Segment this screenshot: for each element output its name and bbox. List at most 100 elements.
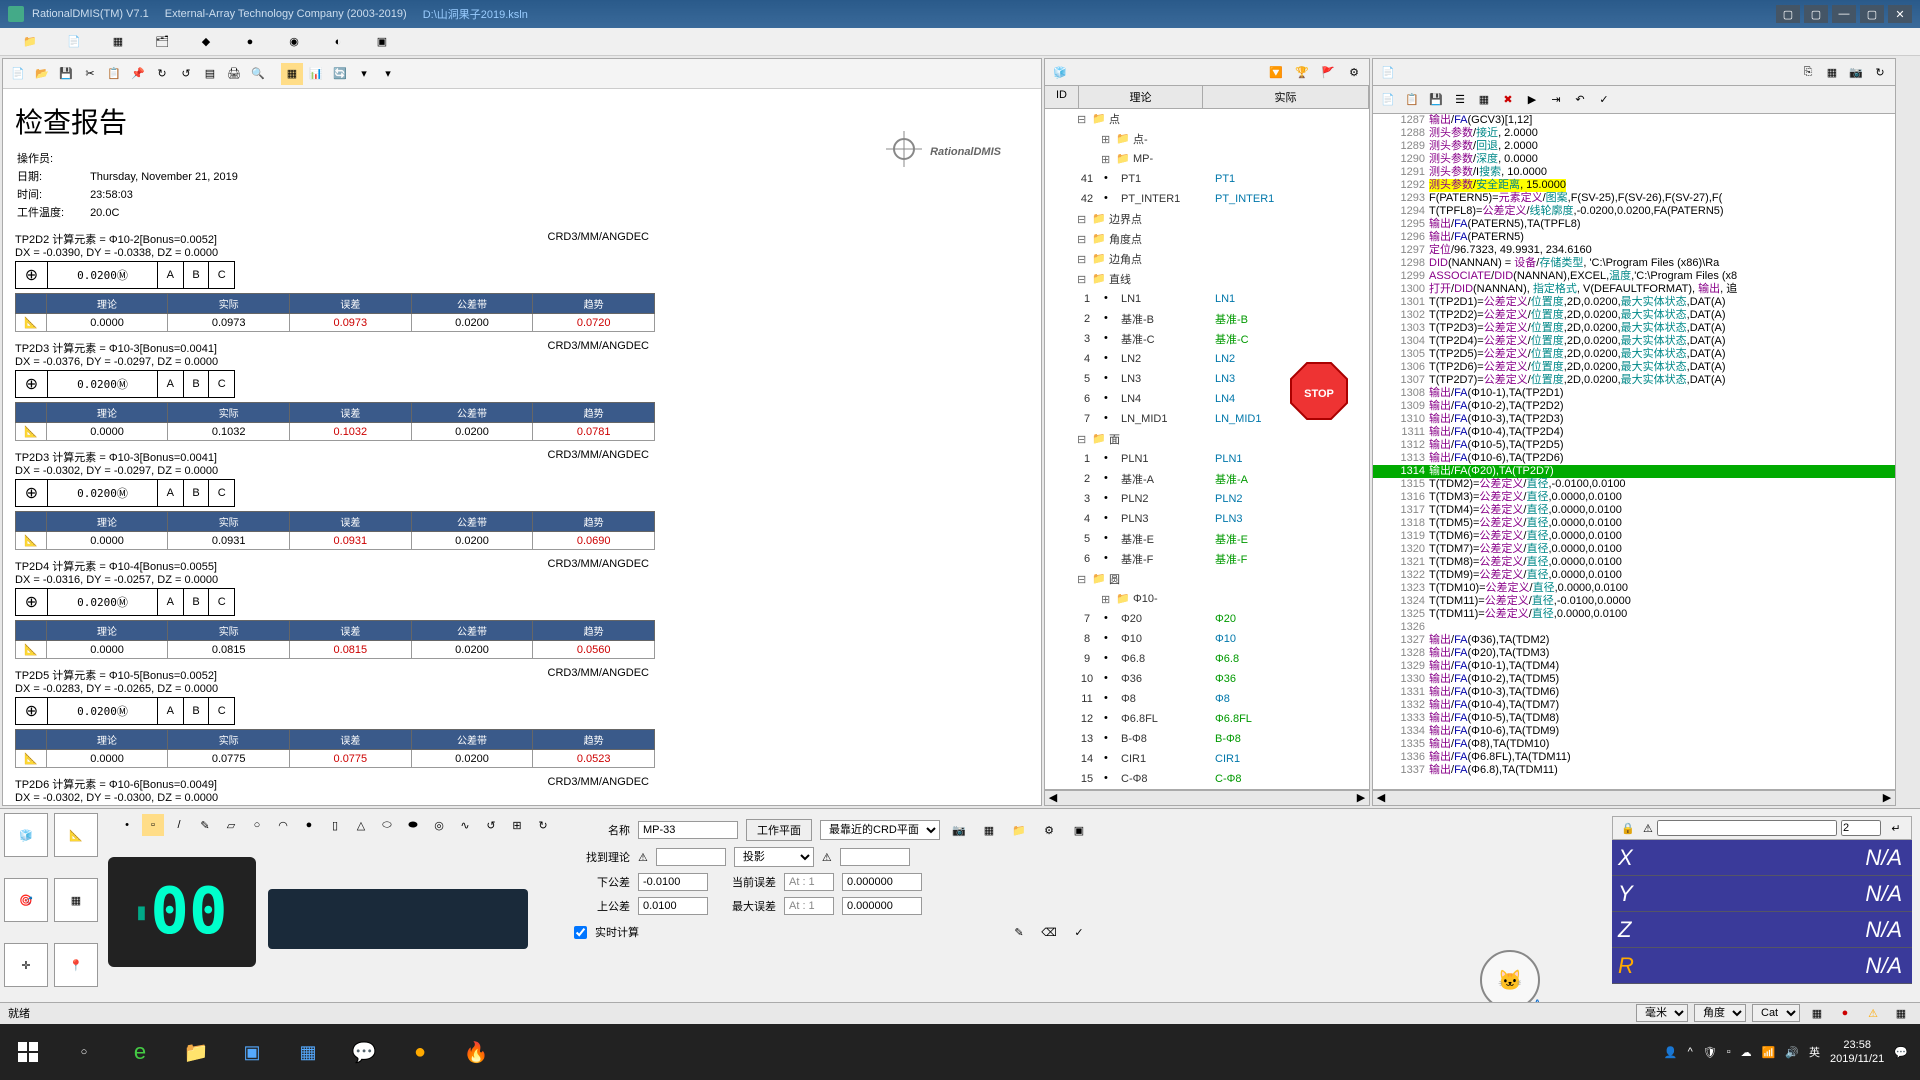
minimize-button[interactable]: — — [1832, 5, 1856, 23]
code-line[interactable]: 1287输出/FA(GCV3)[1,12] — [1373, 114, 1895, 127]
upper-tol-field[interactable] — [638, 897, 708, 915]
coord-apply-icon[interactable]: ↵ — [1885, 817, 1907, 839]
code-line[interactable]: 1315T(TDM2)=公差定义/直径,-0.0100,0.0100 — [1373, 478, 1895, 491]
code-line[interactable]: 1296输出/FA(PATERN5) — [1373, 231, 1895, 244]
code-copy-icon[interactable]: 📋 — [1401, 89, 1423, 111]
mt-torus-icon[interactable]: ◎ — [428, 814, 450, 836]
rpt-tool-9[interactable]: ▤ — [199, 63, 221, 85]
status-cat-select[interactable]: Cat — [1752, 1004, 1800, 1022]
taskbar-edge[interactable]: e — [112, 1024, 168, 1080]
code-tool-1[interactable]: ⎘ — [1797, 61, 1819, 83]
rpt-paste-icon[interactable]: 📌 — [127, 63, 149, 85]
window-tool-1[interactable]: ▢ — [1776, 5, 1800, 23]
col-id[interactable]: ID — [1045, 86, 1079, 108]
tray-app-icon[interactable]: ▫ — [1727, 1046, 1731, 1058]
tree-item[interactable]: 15•C-Φ8C-Φ8 — [1045, 769, 1369, 789]
maximize-button[interactable]: ▢ — [1860, 5, 1884, 23]
code-line[interactable]: 1327输出/FA(Φ36),TA(TDM2) — [1373, 634, 1895, 647]
feat-filter-icon[interactable]: 🔽 — [1265, 61, 1287, 83]
code-line[interactable]: 1323T(TDM10)=公差定义/直径,0.0000,0.0100 — [1373, 582, 1895, 595]
tree-subgroup[interactable]: ⊞📁MP- — [1045, 149, 1369, 169]
mt-edit-icon[interactable]: ✎ — [194, 814, 216, 836]
tree-item[interactable]: 3•基准-C基准-C — [1045, 329, 1369, 349]
tree-group[interactable]: ⊟📁面 — [1045, 429, 1369, 449]
taskbar-app-3[interactable]: ● — [392, 1024, 448, 1080]
form-tool-3[interactable]: 📁 — [1008, 819, 1030, 841]
coord-spin[interactable] — [1841, 820, 1881, 836]
rpt-zoom-icon[interactable]: 🔍 — [247, 63, 269, 85]
tree-item[interactable]: 13•B-Φ8B-Φ8 — [1045, 729, 1369, 749]
code-line[interactable]: 1306T(TP2D6)=公差定义/位置度,2D,0.0200,最大实体状态,D… — [1373, 361, 1895, 374]
rpt-tool-7[interactable]: ↻ — [151, 63, 173, 85]
feat-gear-icon[interactable]: ⚙ — [1343, 61, 1365, 83]
code-line[interactable]: 1289测头参数/回退, 2.0000 — [1373, 140, 1895, 153]
rpt-dropdown-2[interactable]: ▾ — [377, 63, 399, 85]
scroll-left[interactable]: ◀ — [1045, 791, 1061, 805]
code-line[interactable]: 1322T(TDM9)=公差定义/直径,0.0000,0.0100 — [1373, 569, 1895, 582]
taskbar-cortana[interactable]: ○ — [56, 1024, 112, 1080]
rpt-copy-icon[interactable]: 📋 — [103, 63, 125, 85]
mt-ellipse-icon[interactable]: ⬭ — [376, 814, 398, 836]
code-line[interactable]: 1308输出/FA(Φ10-1),TA(TP2D1) — [1373, 387, 1895, 400]
tree-item[interactable]: 1•PLN1PLN1 — [1045, 449, 1369, 469]
tree-item[interactable]: 4•PLN3PLN3 — [1045, 509, 1369, 529]
feat-trophy-icon[interactable]: 🏆 — [1291, 61, 1313, 83]
code-line[interactable]: 1313输出/FA(Φ10-6),TA(TP2D6) — [1373, 452, 1895, 465]
tree-group[interactable]: ⊟📁边角点 — [1045, 249, 1369, 269]
assistant-avatar[interactable]: 🐱 A — [1480, 950, 1540, 1010]
rpt-print-icon[interactable]: 🖨 — [223, 63, 245, 85]
code-line[interactable]: 1319T(TDM6)=公差定义/直径,0.0000,0.0100 — [1373, 530, 1895, 543]
mt-arc-icon[interactable]: ◠ — [272, 814, 294, 836]
rpt-open-icon[interactable]: 📂 — [31, 63, 53, 85]
code-line[interactable]: 1334输出/FA(Φ10-6),TA(TDM9) — [1373, 725, 1895, 738]
taskbar-wechat[interactable]: 💬 — [336, 1024, 392, 1080]
tray-people-icon[interactable]: 👤 — [1664, 1046, 1678, 1059]
rpt-save-icon[interactable]: 💾 — [55, 63, 77, 85]
mt-refresh-icon[interactable]: ↻ — [532, 814, 554, 836]
code-line[interactable]: 1305T(TP2D5)=公差定义/位置度,2D,0.0200,最大实体状态,D… — [1373, 348, 1895, 361]
code-step-icon[interactable]: ⇥ — [1545, 89, 1567, 111]
code-doc-icon[interactable]: 📄 — [1377, 61, 1399, 83]
taskbar-app-1[interactable]: ▣ — [224, 1024, 280, 1080]
tree-subgroup[interactable]: ⊞📁点- — [1045, 129, 1369, 149]
code-line[interactable]: 1290测头参数/深度, 0.0000 — [1373, 153, 1895, 166]
rpt-refresh-icon[interactable]: 🔄 — [329, 63, 351, 85]
code-line[interactable]: 1337输出/FA(Φ6.8),TA(TDM11) — [1373, 764, 1895, 777]
status-icon-2[interactable]: ● — [1834, 1002, 1856, 1024]
tb-icon-8[interactable]: ◐ — [328, 32, 348, 52]
code-line[interactable]: 1329输出/FA(Φ10-1),TA(TDM4) — [1373, 660, 1895, 673]
col-actual[interactable]: 实际 — [1203, 86, 1369, 108]
mt-curve-icon[interactable]: ∿ — [454, 814, 476, 836]
code-line[interactable]: 1298DID(NANNAN) = 设备/存储类型, 'C:\Program F… — [1373, 257, 1895, 270]
rpt-dropdown-1[interactable]: ▾ — [353, 63, 375, 85]
stop-icon[interactable]: STOP — [1287, 359, 1351, 423]
tray-wifi-icon[interactable]: 📶 — [1762, 1046, 1776, 1059]
code-delete-icon[interactable]: ✖ — [1497, 89, 1519, 111]
tree-item[interactable]: 2•基准-A基准-A — [1045, 469, 1369, 489]
code-line[interactable]: 1288测头参数/接近, 2.0000 — [1373, 127, 1895, 140]
code-line[interactable]: 1328输出/FA(Φ20),TA(TDM3) — [1373, 647, 1895, 660]
code-line[interactable]: 1326 — [1373, 621, 1895, 634]
lower-tol-field[interactable] — [638, 873, 708, 891]
form-tool-1[interactable]: 📷 — [948, 819, 970, 841]
code-line[interactable]: 1324T(TDM11)=公差定义/直径,-0.0100,0.0000 — [1373, 595, 1895, 608]
code-line[interactable]: 1333输出/FA(Φ10-5),TA(TDM8) — [1373, 712, 1895, 725]
tree-item[interactable]: 3•PLN2PLN2 — [1045, 489, 1369, 509]
code-line[interactable]: 1302T(TP2D2)=公差定义/位置度,2D,0.0200,最大实体状态,D… — [1373, 309, 1895, 322]
mt-plane-icon[interactable]: ▱ — [220, 814, 242, 836]
tree-item[interactable]: 11•Φ8Φ8 — [1045, 689, 1369, 709]
code-line[interactable]: 1299ASSOCIATE/DID(NANNAN),EXCEL,温度,'C:\P… — [1373, 270, 1895, 283]
code-line[interactable]: 1321T(TDM8)=公差定义/直径,0.0000,0.0100 — [1373, 556, 1895, 569]
code-line[interactable]: 1291测头参数/I搜索, 10.0000 — [1373, 166, 1895, 179]
code-tool-4[interactable]: ↻ — [1869, 61, 1891, 83]
tree-group[interactable]: ⊟📁点 — [1045, 109, 1369, 129]
tree-item[interactable]: 10•Φ36Φ36 — [1045, 669, 1369, 689]
code-line[interactable]: 1295输出/FA(PATERN5),TA(TPFL8) — [1373, 218, 1895, 231]
code-line[interactable]: 1300打开/DID(NANNAN), 指定格式, V(DEFAULTFORMA… — [1373, 283, 1895, 296]
tray-cloud-icon[interactable]: ☁ — [1741, 1046, 1752, 1059]
code-camera-icon[interactable]: 📷 — [1845, 61, 1867, 83]
tree-item[interactable]: 42•PT_INTER1PT_INTER1 — [1045, 189, 1369, 209]
tree-item[interactable]: 2•基准-B基准-B — [1045, 309, 1369, 329]
taskbar-explorer[interactable]: 📁 — [168, 1024, 224, 1080]
tree-group[interactable]: ⊟📁直线 — [1045, 269, 1369, 289]
